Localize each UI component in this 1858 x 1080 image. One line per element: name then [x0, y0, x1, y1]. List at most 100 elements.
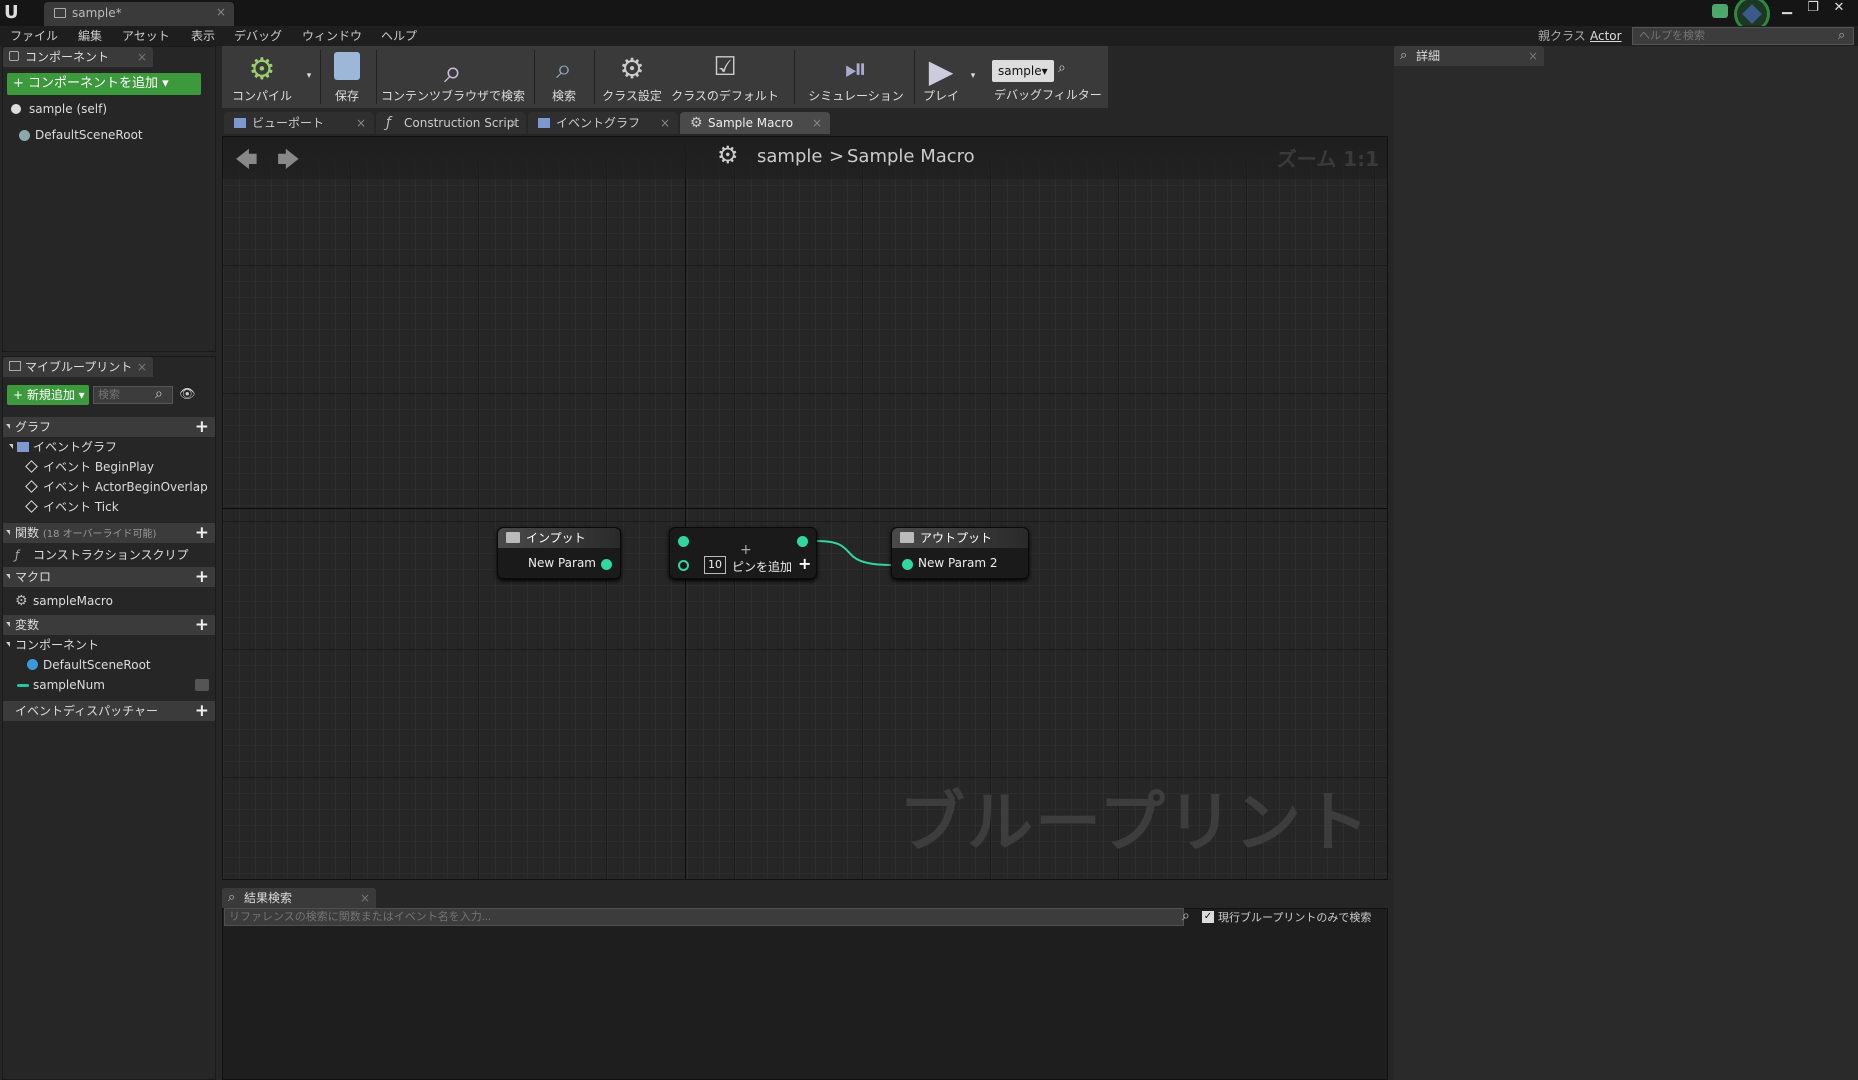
expand-icon[interactable] — [9, 444, 13, 449]
menu-window[interactable]: ウィンドウ — [302, 26, 362, 46]
add-icon[interactable]: + — [195, 615, 209, 635]
components-tab[interactable]: コンポーネント × — [3, 47, 153, 67]
minimize-icon[interactable]: ▁ — [1774, 0, 1800, 18]
section-macros[interactable]: マクロ + — [3, 567, 215, 587]
graph-canvas[interactable]: 🡄 🡆 ⚙ sample > Sample Macro ズーム 1:1 インプッ… — [222, 136, 1388, 880]
node-title: アウトプット — [920, 531, 993, 545]
close-icon[interactable]: × — [508, 112, 518, 134]
menu-edit[interactable]: 編集 — [78, 26, 102, 46]
find-button[interactable]: ⌕ 検索 — [536, 46, 592, 108]
details-tab[interactable]: ⌕ 詳細 × — [1394, 46, 1544, 66]
menu-debug[interactable]: デバッグ — [234, 26, 282, 46]
compile-button[interactable]: ⚙ コンパイル — [222, 46, 302, 108]
my-blueprint-tab[interactable]: マイブループリント × — [3, 357, 153, 377]
close-icon[interactable]: × — [356, 112, 366, 134]
current-only-checkbox[interactable]: ✓ — [1202, 911, 1214, 923]
tab-viewport[interactable]: ビューポート × — [224, 112, 374, 134]
menu-view[interactable]: 表示 — [191, 26, 215, 46]
binoculars-icon: ⌕ — [556, 52, 572, 85]
count-input[interactable]: 10 — [704, 556, 726, 574]
menu-asset[interactable]: アセット — [122, 26, 170, 46]
search-icon[interactable]: ⌕ — [1838, 28, 1845, 43]
close-icon[interactable]: × — [812, 112, 822, 134]
section-dispatchers[interactable]: イベントディスパッチャー + — [3, 701, 215, 721]
tree-item-label: イベント Tick — [43, 500, 119, 514]
browse-content-button[interactable]: ⌕ コンテンツブラウザで検索 — [378, 46, 528, 108]
collapse-icon[interactable] — [6, 574, 10, 579]
component-item-self[interactable]: sample (self) — [9, 99, 107, 119]
class-defaults-button[interactable]: ☑ クラスのデフォルト — [670, 46, 780, 108]
exec-output-pin[interactable] — [797, 536, 808, 547]
save-button[interactable]: 保存 — [322, 46, 372, 108]
expand-icon[interactable] — [6, 642, 10, 647]
close-icon[interactable]: × — [660, 112, 670, 134]
play-button[interactable]: ▶ プレイ — [916, 46, 966, 108]
collapse-icon[interactable] — [6, 530, 10, 535]
play-options-dropdown[interactable]: ▾ — [966, 46, 980, 108]
close-icon[interactable]: × — [137, 47, 147, 67]
data-input-pin[interactable] — [678, 560, 689, 571]
search-icon[interactable]: ⌕ — [1058, 60, 1066, 76]
tree-item-event[interactable]: イベント Tick — [25, 497, 119, 517]
tab-construction-script[interactable]: ƒ Construction Script × — [376, 112, 526, 134]
debug-filter-label: デバッグフィルター — [994, 88, 1102, 102]
menu-help[interactable]: ヘルプ — [381, 26, 417, 46]
add-pin-plus-icon[interactable]: + — [798, 554, 811, 573]
tree-item-macro[interactable]: ⚙ sampleMacro — [15, 591, 113, 611]
add-pin-label[interactable]: ピンを追加 — [732, 558, 792, 575]
tree-item-event-graph[interactable]: イベントグラフ — [9, 437, 117, 457]
exec-output-pin[interactable] — [601, 559, 612, 570]
compile-options-dropdown[interactable]: ▾ — [302, 46, 316, 108]
debug-object-select[interactable]: sample▾ — [992, 60, 1054, 82]
add-pin-icon[interactable]: + — [740, 542, 752, 558]
section-functions[interactable]: 関数 (18 オーバーライド可能) + — [3, 523, 215, 543]
add-icon[interactable]: + — [195, 417, 209, 437]
parent-class-link[interactable]: Actor — [1590, 26, 1622, 46]
tree-item-variable[interactable]: DefaultSceneRoot — [25, 655, 151, 675]
collapse-icon[interactable] — [6, 622, 10, 627]
tree-item-label: sampleNum — [33, 678, 105, 692]
section-label: グラフ — [15, 420, 52, 434]
class-settings-button[interactable]: ⚙ クラス設定 — [596, 46, 668, 108]
section-graphs[interactable]: グラフ + — [3, 417, 215, 437]
collapse-icon[interactable] — [6, 424, 10, 429]
output-node[interactable]: アウトプット New Param 2 — [891, 527, 1029, 579]
search-icon[interactable]: ⌕ — [1182, 908, 1190, 924]
add-new-button[interactable]: + 新規追加 ▾ — [7, 385, 89, 405]
tree-item-construction-script[interactable]: ƒ コンストラクションスクリプ — [13, 545, 189, 565]
macro-body-node[interactable]: 10 + ピンを追加 + — [669, 527, 817, 579]
add-component-button[interactable]: + コンポーネントを追加 ▾ — [7, 73, 201, 95]
eye-icon[interactable]: 👁 — [179, 387, 196, 402]
tree-item-event[interactable]: イベント ActorBeginOverlap — [25, 477, 208, 497]
add-icon[interactable]: + — [195, 523, 209, 543]
tree-item-event[interactable]: イベント BeginPlay — [25, 457, 154, 477]
find-results-tab[interactable]: ⌕ 結果検索 × — [222, 888, 376, 908]
tab-event-graph[interactable]: イベントグラフ × — [528, 112, 678, 134]
simulation-button[interactable]: ⏯ シミュレーション — [800, 46, 912, 108]
visibility-eye-icon[interactable] — [195, 679, 209, 691]
close-icon[interactable]: × — [360, 888, 370, 908]
tree-item-variable[interactable]: sampleNum — [15, 675, 213, 695]
search-icon[interactable]: ⌕ — [155, 386, 163, 402]
find-results-tab-label: 結果検索 — [244, 891, 293, 905]
document-tab[interactable]: sample* × — [44, 2, 234, 26]
tree-item-components-group[interactable]: コンポーネント — [3, 635, 99, 655]
add-icon[interactable]: + — [195, 567, 209, 587]
component-item-root[interactable]: DefaultSceneRoot — [17, 125, 143, 145]
tab-sample-macro[interactable]: ⚙ Sample Macro × — [680, 112, 830, 134]
close-icon[interactable]: × — [1528, 46, 1538, 66]
restore-icon[interactable]: ❐ — [1800, 0, 1826, 18]
add-icon[interactable]: + — [195, 701, 209, 721]
close-window-icon[interactable]: ✕ — [1826, 0, 1852, 18]
exec-input-pin[interactable] — [902, 559, 913, 570]
feedback-icon[interactable] — [1712, 4, 1728, 18]
menu-file[interactable]: ファイル — [10, 26, 58, 46]
find-results-input[interactable] — [224, 908, 1184, 926]
help-search-input[interactable] — [1632, 27, 1854, 45]
exec-input-pin[interactable] — [678, 536, 689, 547]
input-node[interactable]: インプット New Param — [497, 527, 621, 579]
section-variables[interactable]: 変数 + — [3, 615, 215, 635]
close-icon[interactable]: × — [137, 357, 147, 377]
component-item-label: DefaultSceneRoot — [35, 128, 143, 142]
close-tab-icon[interactable]: × — [216, 5, 226, 19]
